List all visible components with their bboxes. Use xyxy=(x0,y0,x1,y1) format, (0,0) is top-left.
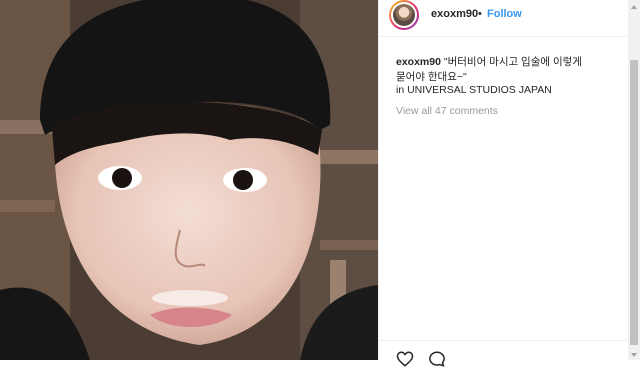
username-link[interactable]: exoxm90 xyxy=(431,8,478,20)
avatar-ring xyxy=(391,2,417,28)
actions-divider xyxy=(379,340,629,341)
caption-username[interactable]: exoxm90 xyxy=(396,56,441,68)
post-header: exoxm90 • Follow xyxy=(379,0,629,30)
post-details-panel: exoxm90 • Follow exoxm90 "버터비어 마시고 입술에 이… xyxy=(378,0,629,367)
caption-text-line2: 묻어야 한대요~" xyxy=(396,71,467,83)
avatar[interactable] xyxy=(389,0,419,30)
header-divider xyxy=(379,36,629,37)
scroll-up-arrow-icon[interactable] xyxy=(628,0,640,12)
caption-location: in UNIVERSAL STUDIOS JAPAN xyxy=(396,84,552,96)
vertical-scrollbar[interactable] xyxy=(628,0,640,360)
follow-button[interactable]: Follow xyxy=(487,8,522,20)
selfie-photo-image xyxy=(0,0,378,360)
avatar-image xyxy=(393,4,415,26)
view-all-comments-link[interactable]: View all 47 comments xyxy=(396,105,498,117)
post-caption: exoxm90 "버터비어 마시고 입술에 이렇게 묻어야 한대요~" xyxy=(396,55,621,85)
caption-text-line1: "버터비어 마시고 입술에 이렇게 xyxy=(443,56,582,68)
separator-dot: • xyxy=(478,8,482,20)
scrollbar-thumb[interactable] xyxy=(630,60,638,345)
scroll-down-arrow-icon[interactable] xyxy=(628,348,640,360)
post-photo[interactable] xyxy=(0,0,378,360)
heart-icon[interactable] xyxy=(396,350,414,368)
comment-icon[interactable] xyxy=(428,350,446,368)
